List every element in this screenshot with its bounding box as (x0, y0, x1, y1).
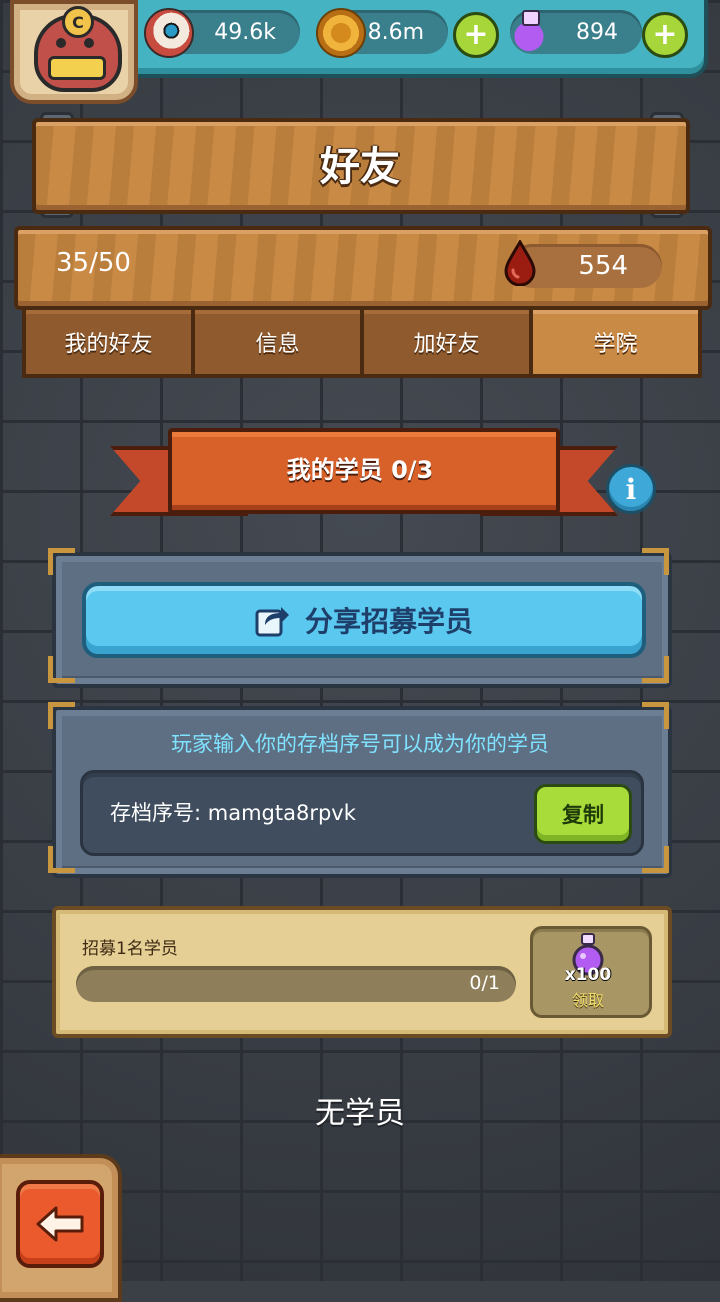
add-potions-button[interactable]: + (642, 12, 688, 58)
task-progress-text: 0/1 (469, 972, 500, 994)
arrow-left-icon (36, 1206, 84, 1242)
copy-button[interactable]: 复制 (534, 784, 632, 844)
claim-label: 领取 (571, 991, 604, 1010)
blood-count: 554 (578, 251, 628, 281)
coin-icon (316, 8, 366, 58)
tab-bar: 我的好友 信息 加好友 学院 (22, 306, 702, 378)
info-button[interactable]: i (606, 464, 656, 514)
share-recruit-button[interactable]: 分享招募学员 (82, 582, 646, 658)
reward-quantity: x100 (564, 965, 612, 985)
avatar-badge: C (62, 6, 94, 38)
potion-count: 894 (576, 19, 618, 45)
students-count-title: 我的学员 0/3 (286, 456, 434, 484)
serial-number: 存档序号: mamgta8rpvk (110, 801, 356, 825)
player-avatar[interactable]: C (10, 0, 138, 104)
eyeball-count: 49.6k (214, 19, 276, 45)
tab-add-friend[interactable]: 加好友 (360, 306, 533, 378)
eyeball-icon (144, 8, 194, 58)
share-recruit-label: 分享招募学员 (304, 605, 473, 638)
blood-drop-icon (504, 240, 536, 286)
add-coins-button[interactable]: + (453, 12, 499, 58)
friend-count: 35/50 (56, 248, 131, 278)
page-title: 好友 (320, 144, 400, 190)
coin-count: 8.6m (367, 19, 424, 45)
share-icon (255, 607, 289, 637)
serial-hint: 玩家输入你的存档序号可以成为你的学员 (171, 732, 549, 756)
tab-messages[interactable]: 信息 (191, 306, 364, 378)
back-button[interactable] (16, 1180, 104, 1268)
tab-my-friends[interactable]: 我的好友 (22, 306, 195, 378)
purple-potion-icon (506, 8, 552, 54)
no-students-text: 无学员 (315, 1096, 405, 1131)
tab-academy[interactable]: 学院 (529, 306, 702, 378)
task-label: 招募1名学员 (82, 939, 178, 959)
